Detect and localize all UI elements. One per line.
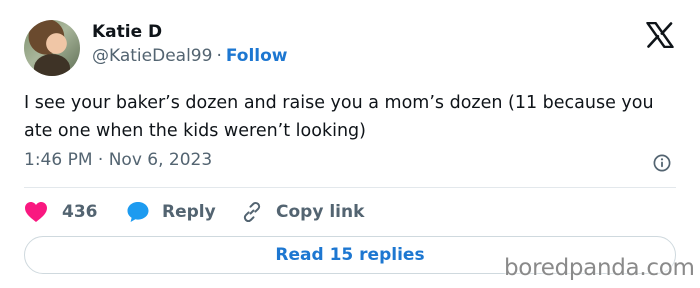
- separator-dot: ·: [216, 46, 222, 66]
- tweet-card: Katie D @KatieDeal99 · Follow I see your b…: [0, 0, 700, 288]
- copy-link-button[interactable]: Copy link: [240, 198, 364, 226]
- reply-button[interactable]: Reply: [126, 198, 216, 226]
- reply-label: Reply: [162, 202, 216, 222]
- info-icon[interactable]: [652, 153, 672, 173]
- copy-link-label: Copy link: [276, 202, 365, 222]
- like-button[interactable]: 436: [24, 198, 98, 226]
- heart-icon: [24, 201, 48, 223]
- divider: [24, 187, 676, 188]
- author-handle[interactable]: @KatieDeal99: [92, 46, 212, 66]
- speech-bubble-icon: [126, 200, 150, 224]
- x-logo-icon[interactable]: [646, 21, 674, 49]
- watermark: boredpanda.com: [504, 255, 695, 281]
- author-name[interactable]: Katie D: [92, 22, 162, 42]
- read-replies-label: Read 15 replies: [275, 245, 425, 265]
- handle-row: @KatieDeal99 · Follow: [92, 46, 288, 66]
- tweet-timestamp[interactable]: 1:46 PM · Nov 6, 2023: [24, 150, 212, 170]
- avatar[interactable]: [24, 20, 80, 76]
- follow-button[interactable]: Follow: [226, 46, 288, 66]
- link-icon: [240, 200, 264, 224]
- tweet-text: I see your baker’s dozen and raise you a…: [24, 93, 654, 141]
- like-count: 436: [62, 202, 98, 222]
